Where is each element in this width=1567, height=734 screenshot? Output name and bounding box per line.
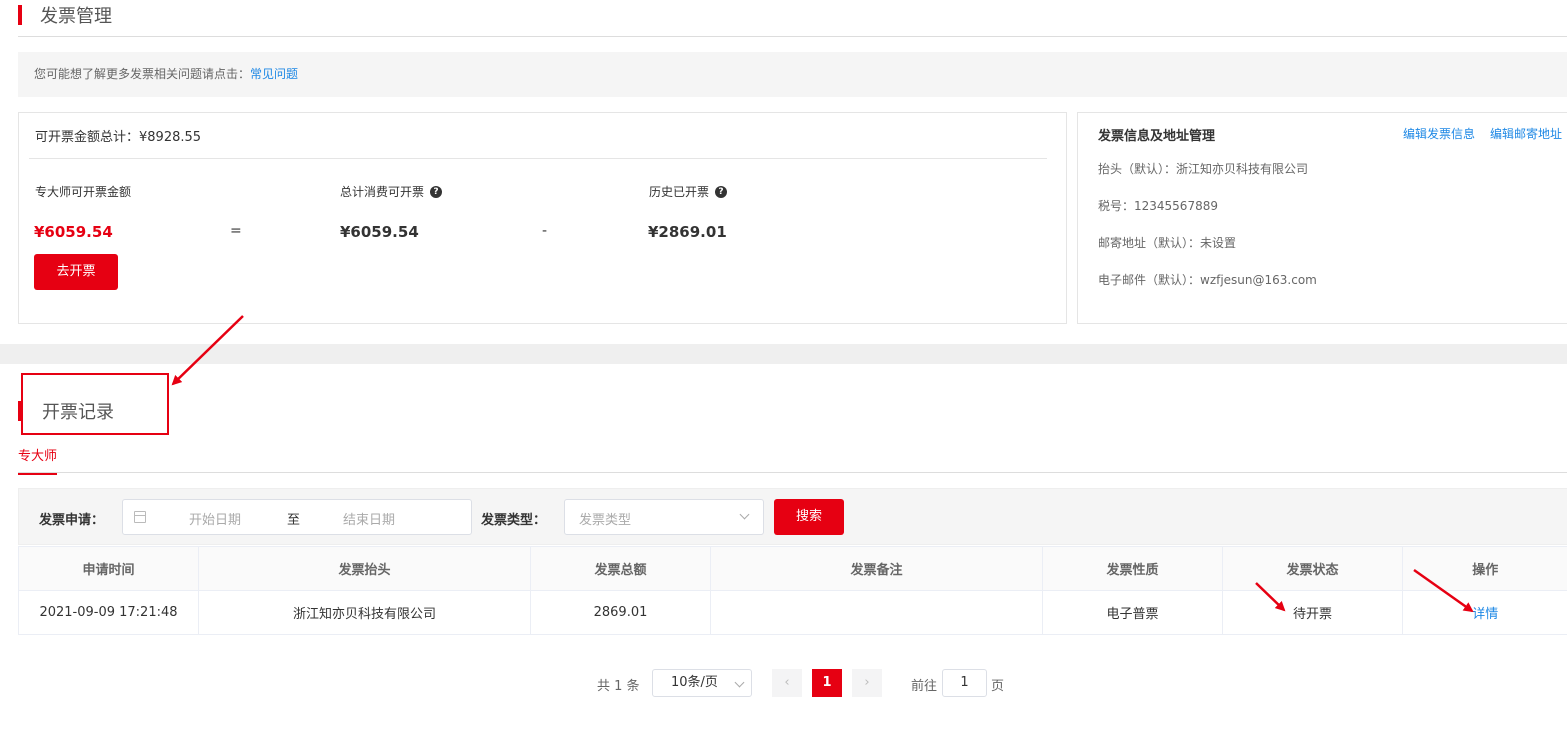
table-row: 2021-09-09 17:21:48 浙江知亦贝科技有限公司 2869.01 …: [18, 590, 1567, 635]
tab-divider: [18, 472, 1567, 473]
page-size-select[interactable]: 10条/页: [652, 669, 752, 697]
column-header: 发票备注: [710, 546, 1043, 591]
total-consumption-amount: ¥6059.54: [340, 223, 419, 241]
help-icon[interactable]: ?: [715, 185, 728, 198]
filter-bar: 发票申请： 开始日期 至 结束日期 发票类型： 发票类型 搜索: [18, 488, 1567, 545]
goto-label: 前往: [911, 679, 938, 694]
invoice-status-cell: 待开票: [1222, 590, 1403, 635]
page-title: 发票管理: [18, 2, 112, 28]
total-count: 共 1 条: [597, 679, 640, 694]
page-number-1[interactable]: 1: [812, 669, 842, 697]
page-jump-input[interactable]: 1: [942, 669, 987, 697]
invoice-header-line: 抬头（默认）：浙江知亦贝科技有限公司: [1098, 162, 1309, 176]
column-header: 申请时间: [18, 546, 199, 591]
chevron-down-icon: [734, 677, 745, 688]
page-unit-label: 页: [991, 679, 1005, 694]
history-invoiced-label-text: 历史已开票: [649, 185, 710, 199]
invoice-records-table: 申请时间 发票抬头 发票总额 发票备注 发票性质 发票状态 操作 2021-09…: [18, 546, 1567, 635]
invoice-remark-cell: [710, 590, 1043, 635]
page-size-value: 10条/页: [671, 675, 718, 690]
apply-time-cell: 2021-09-09 17:21:48: [18, 590, 199, 635]
title-divider: [18, 36, 1567, 37]
column-header: 发票状态: [1222, 546, 1403, 591]
master-invoiceable-label-text: 专大师可开票金额: [35, 185, 132, 199]
invoice-info-title: 发票信息及地址管理: [1098, 129, 1216, 144]
search-button[interactable]: 搜索: [774, 499, 844, 535]
history-invoiced-amount: ¥2869.01: [648, 223, 727, 241]
column-header: 发票性质: [1042, 546, 1223, 591]
total-consumption-label-text: 总计消费可开票: [340, 185, 425, 199]
edit-invoice-info-link[interactable]: 编辑发票信息: [1403, 125, 1475, 142]
invoice-type-label: 发票类型：: [481, 513, 547, 528]
faq-tip-text: 您可能想了解更多发票相关问题请点击：: [34, 67, 251, 81]
invoiceable-total: 可开票金额总计：¥8928.55: [35, 130, 202, 145]
summary-divider: [29, 158, 1047, 159]
invoice-total-cell: 2869.01: [530, 590, 711, 635]
mail-address-line: 邮寄地址（默认）：未设置: [1098, 236, 1237, 250]
column-header: 发票总额: [530, 546, 711, 591]
tax-number-line: 税号：12345567889: [1098, 199, 1218, 213]
section-separator: [0, 344, 1567, 364]
details-link[interactable]: 详情: [1472, 607, 1498, 622]
date-range-picker[interactable]: 开始日期 至 结束日期: [122, 499, 472, 535]
annotation-highlight-box: [21, 373, 169, 435]
page-title-text: 发票管理: [40, 6, 112, 27]
apply-date-label: 发票申请：: [39, 513, 105, 528]
action-cell: 详情: [1402, 590, 1567, 635]
edit-mail-address-link[interactable]: 编辑邮寄地址: [1490, 125, 1562, 142]
calendar-icon: [134, 511, 146, 523]
faq-link[interactable]: 常见问题: [250, 67, 298, 81]
invoiceable-summary-card: 可开票金额总计：¥8928.55 专大师可开票金额 总计消费可开票 ? 历史已开…: [18, 112, 1067, 324]
column-header: 发票抬头: [198, 546, 531, 591]
invoice-header-cell: 浙江知亦贝科技有限公司: [198, 590, 531, 635]
invoice-type-select[interactable]: 发票类型: [564, 499, 764, 535]
minus-sign: -: [542, 223, 548, 239]
issue-invoice-button[interactable]: 去开票: [34, 254, 118, 290]
email-line: 电子邮件（默认）：wzfjesun@163.com: [1098, 273, 1317, 287]
invoice-type-placeholder: 发票类型: [579, 513, 632, 528]
tab-master[interactable]: 专大师: [18, 445, 58, 475]
faq-tip-bar: 您可能想了解更多发票相关问题请点击：常见问题: [18, 52, 1567, 97]
next-page-button[interactable]: ›: [852, 669, 882, 697]
title-accent-bar: [18, 5, 22, 25]
master-invoiceable-amount: ¥6059.54: [34, 223, 113, 241]
table-header-row: 申请时间 发票抬头 发票总额 发票备注 发票性质 发票状态 操作: [18, 546, 1567, 591]
end-date-input[interactable]: 结束日期: [343, 509, 395, 528]
total-consumption-label: 总计消费可开票 ?: [340, 183, 443, 200]
start-date-input[interactable]: 开始日期: [189, 509, 241, 528]
invoice-nature-cell: 电子普票: [1042, 590, 1223, 635]
chevron-down-icon: [739, 509, 750, 520]
invoice-info-card: 发票信息及地址管理 编辑发票信息 编辑邮寄地址 抬头（默认）：浙江知亦贝科技有限…: [1077, 112, 1567, 324]
help-icon[interactable]: ?: [430, 185, 443, 198]
equals-sign: =: [230, 223, 242, 239]
history-invoiced-label: 历史已开票 ?: [649, 183, 728, 200]
column-header: 操作: [1402, 546, 1567, 591]
prev-page-button[interactable]: ‹: [772, 669, 802, 697]
date-range-separator: 至: [287, 513, 301, 528]
pagination: 共 1 条 10条/页 ‹ 1 › 前往 1 页: [0, 669, 1567, 697]
master-invoiceable-label: 专大师可开票金额: [35, 183, 131, 200]
